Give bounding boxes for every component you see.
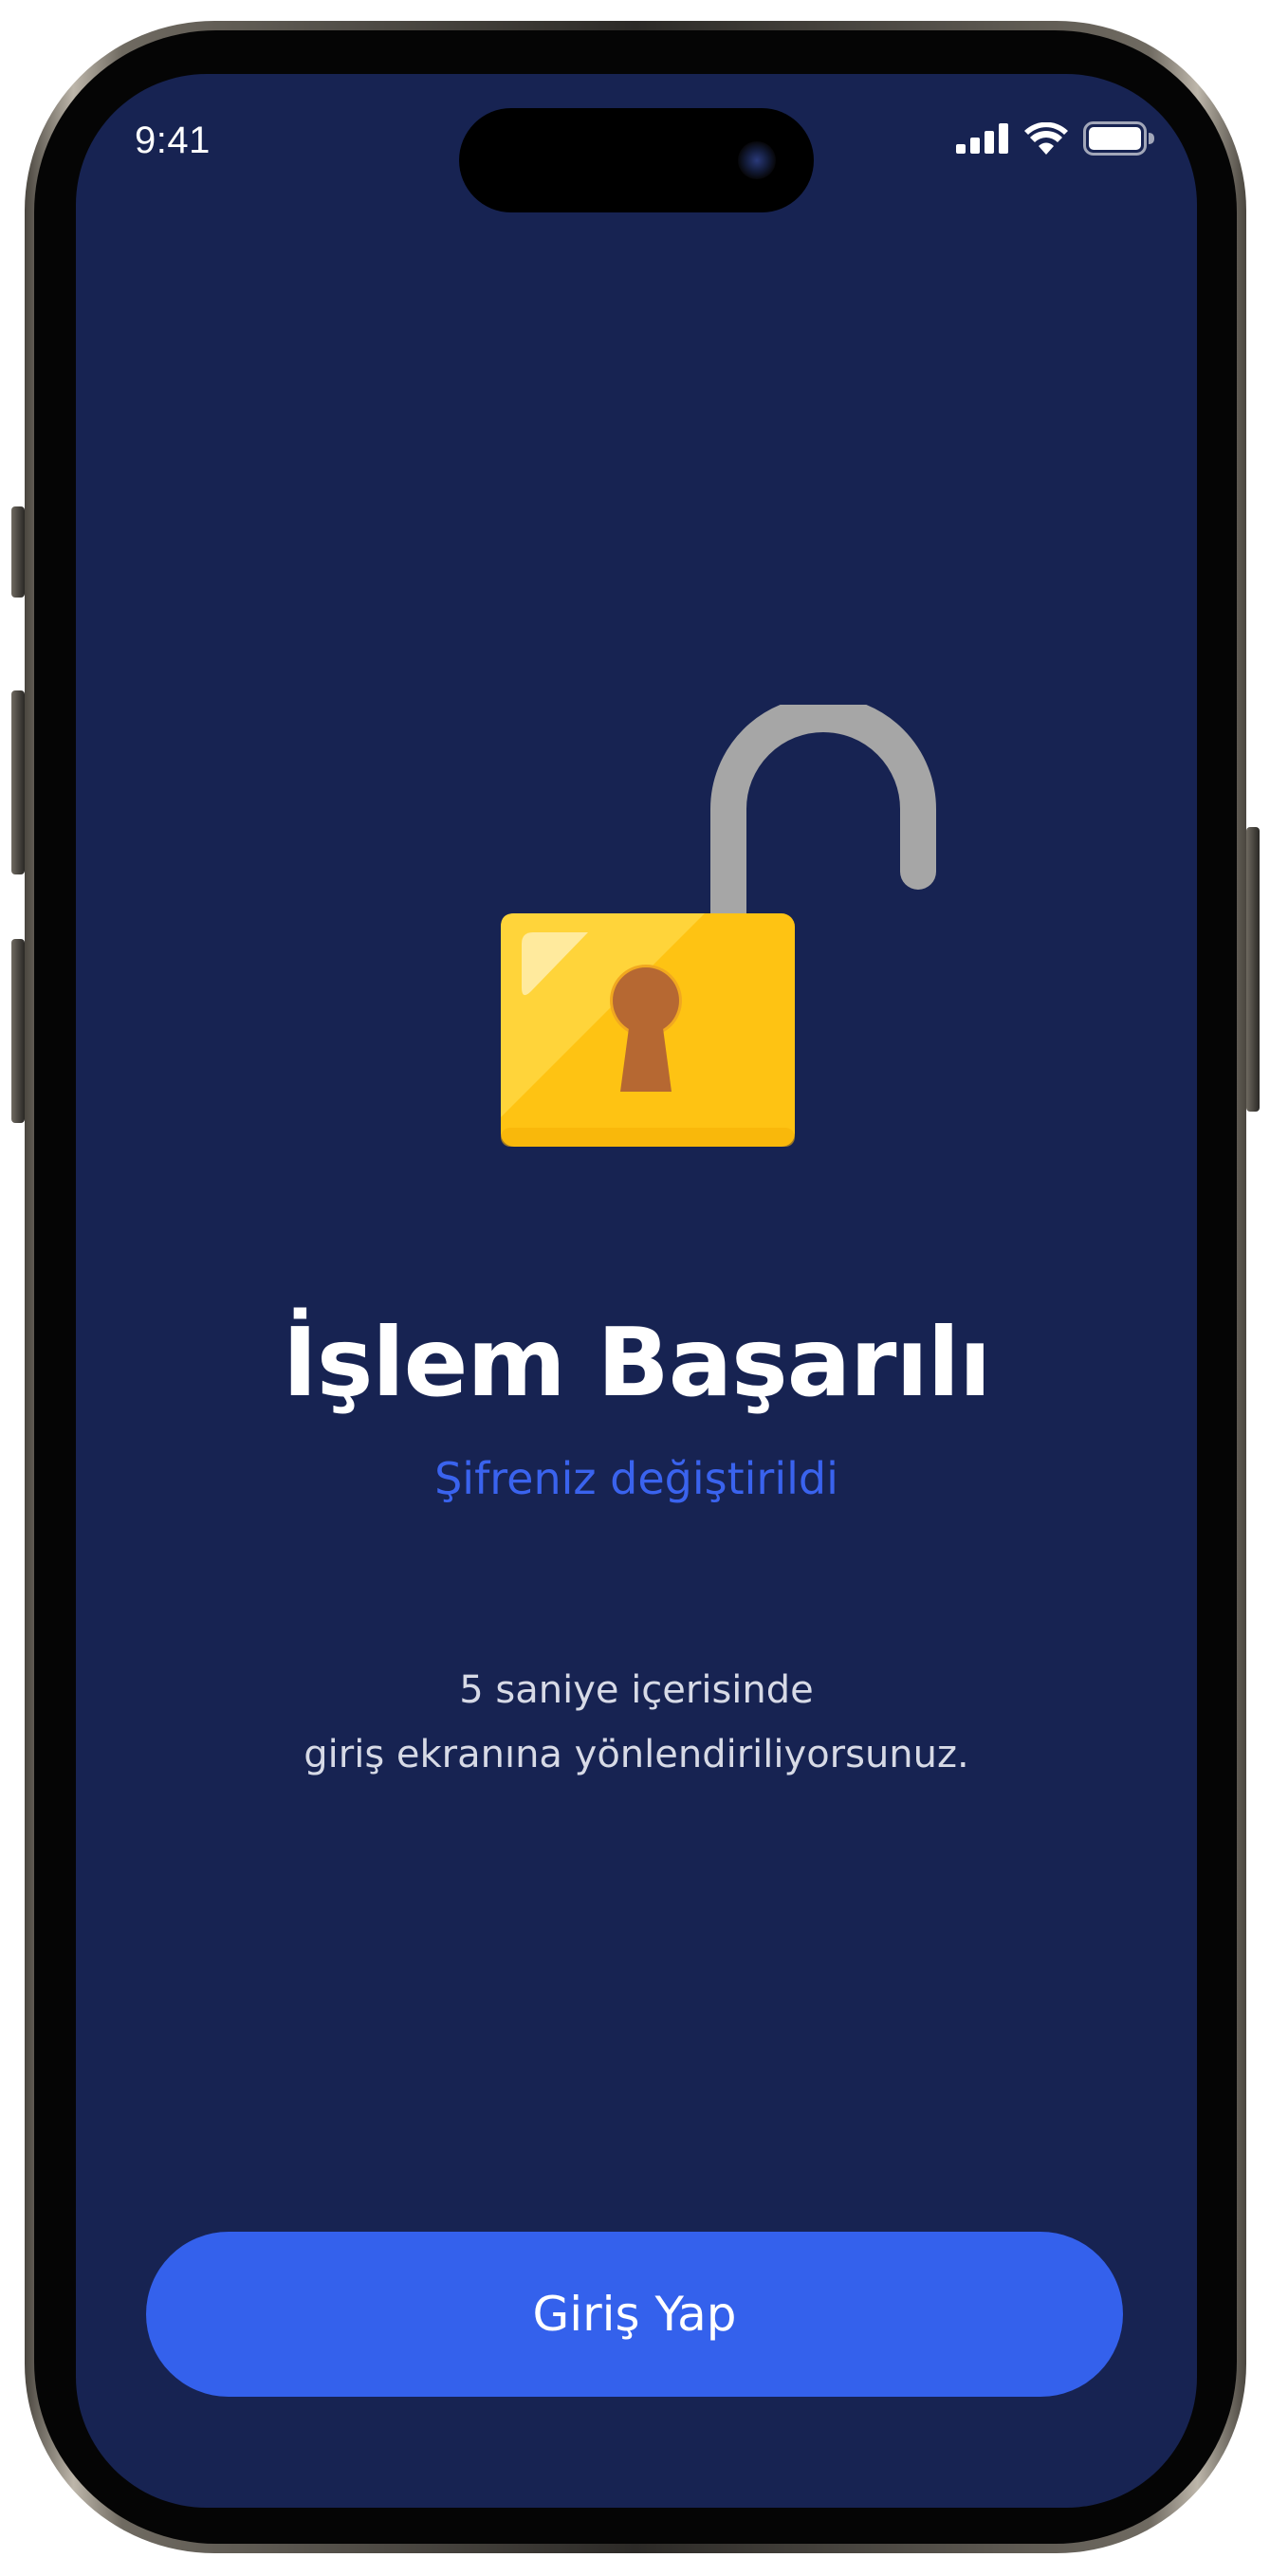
status-time: 9:41 (135, 120, 211, 161)
camera-lens-icon (738, 141, 776, 179)
unlocked-padlock-icon (501, 705, 936, 1147)
battery-icon (1083, 121, 1154, 156)
page-title: İşlem Başarılı (282, 1307, 992, 1418)
redirect-message: 5 saniye içerisinde giriş ekranına yönle… (76, 1658, 1197, 1787)
redirect-message-line: giriş ekranına yönlendiriliyorsunuz. (304, 1733, 969, 1776)
power-button (1246, 827, 1260, 1112)
app-screen: 9:41 İşlem Başarılı Şifreniz değiştirild… (76, 74, 1197, 2508)
login-button[interactable]: Giriş Yap (146, 2232, 1123, 2397)
volume-up-button (11, 690, 25, 874)
page-subtitle: Şifreniz değiştirildi (434, 1453, 838, 1504)
volume-down-button (11, 939, 25, 1123)
dynamic-island (459, 108, 814, 212)
wifi-icon (1024, 122, 1068, 155)
status-icons (956, 121, 1155, 156)
redirect-message-line: 5 saniye içerisinde (459, 1668, 814, 1712)
action-button (11, 506, 25, 598)
cellular-signal-icon (956, 123, 1008, 154)
